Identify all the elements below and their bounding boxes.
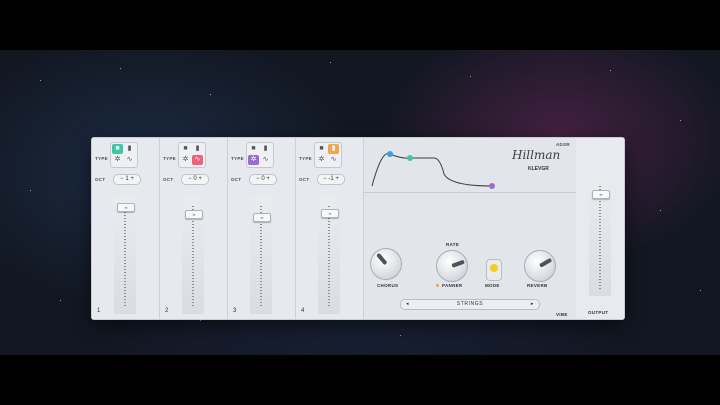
mode-led	[490, 264, 498, 272]
release-handle	[489, 183, 495, 189]
octave-stepper[interactable]: − -1 +	[317, 174, 345, 185]
effects-panel: ADSR Hillman KLEVGR CHORUS RATE PANNER M…	[364, 138, 577, 319]
panner-label: PANNER	[442, 283, 463, 288]
channel-number: 1	[97, 308, 101, 314]
channel-3: TYPE ■ ▮ ✲ ∿ OCT − 0 + ▪▪ 3	[228, 138, 296, 319]
knob-pointer	[451, 259, 465, 268]
fader-scale	[124, 206, 126, 306]
chorus-label: CHORUS	[377, 283, 399, 288]
rate-label: RATE	[446, 242, 460, 247]
channel-number: 2	[165, 308, 169, 314]
output-section: ▪▪ OUTPUT	[576, 138, 624, 319]
next-preset-icon[interactable]: ▸	[531, 300, 534, 309]
preset-name: STRINGS	[456, 301, 484, 307]
synth-plugin-window: TYPE ■ ▮ ✲ ∿ OCT − 1 + ▪▪ 1 TYPE ■ ▮ ✲ ∿…	[92, 138, 624, 319]
gear-icon[interactable]: ✲	[248, 155, 259, 165]
channel-4: TYPE ■ ▮ ✲ ∿ OCT − -1 + ▪▪ 4	[296, 138, 364, 319]
fader-scale	[599, 186, 601, 290]
fader-scale	[192, 206, 194, 306]
mic-icon[interactable]: ▮	[192, 144, 203, 154]
octave-stepper[interactable]: − 0 +	[181, 174, 209, 185]
output-fader-handle[interactable]: ▪▪	[592, 190, 610, 199]
sample-icon[interactable]: ■	[248, 144, 259, 154]
adsr-envelope-graph[interactable]	[368, 144, 508, 190]
waveform-type-selector[interactable]: ■ ▮ ✲ ∿	[110, 142, 138, 168]
sine-wave-icon[interactable]: ∿	[260, 155, 271, 165]
type-label: TYPE	[163, 156, 176, 161]
sample-icon[interactable]: ■	[112, 144, 123, 154]
oct-label: OCT	[95, 177, 106, 182]
sample-icon[interactable]: ■	[180, 144, 191, 154]
output-label: OUTPUT	[588, 310, 609, 315]
channel-2: TYPE ■ ▮ ✲ ∿ OCT − 0 + ▪▪ 2	[160, 138, 228, 319]
type-label: TYPE	[95, 156, 108, 161]
vibe-label: VIBE	[556, 312, 568, 317]
mode-switch[interactable]	[486, 259, 502, 281]
attack-handle	[387, 151, 393, 157]
brand-maker: KLEVGR	[528, 166, 549, 172]
channel-1: TYPE ■ ▮ ✲ ∿ OCT − 1 + ▪▪ 1	[92, 138, 160, 319]
panner-knob[interactable]	[436, 250, 468, 282]
preset-selector[interactable]: ◂ STRINGS ▸	[400, 299, 540, 310]
octave-stepper[interactable]: − 1 +	[113, 174, 141, 185]
waveform-type-selector[interactable]: ■ ▮ ✲ ∿	[178, 142, 206, 168]
mic-icon[interactable]: ▮	[328, 144, 339, 154]
sample-icon[interactable]: ■	[316, 144, 327, 154]
sine-wave-icon[interactable]: ∿	[124, 155, 135, 165]
volume-fader-handle[interactable]: ▪▪	[253, 213, 271, 222]
divider	[364, 192, 576, 193]
type-label: TYPE	[299, 156, 312, 161]
gear-icon[interactable]: ✲	[112, 155, 123, 165]
mic-icon[interactable]: ▮	[260, 144, 271, 154]
type-label: TYPE	[231, 156, 244, 161]
panner-indicator	[436, 284, 439, 287]
knob-pointer	[376, 252, 388, 266]
chorus-knob[interactable]	[370, 248, 402, 280]
volume-fader-handle[interactable]: ▪▪	[117, 203, 135, 212]
channel-number: 3	[233, 308, 237, 314]
channel-number: 4	[301, 308, 305, 314]
waveform-type-selector[interactable]: ■ ▮ ✲ ∿	[246, 142, 274, 168]
sine-wave-icon[interactable]: ∿	[328, 155, 339, 165]
mode-label: MODE	[485, 283, 500, 288]
volume-fader-handle[interactable]: ▪▪	[321, 209, 339, 218]
envelope-curve	[371, 152, 493, 187]
prev-preset-icon[interactable]: ◂	[406, 300, 409, 309]
video-frame: TYPE ■ ▮ ✲ ∿ OCT − 1 + ▪▪ 1 TYPE ■ ▮ ✲ ∿…	[0, 50, 720, 355]
oct-label: OCT	[231, 177, 242, 182]
mic-icon[interactable]: ▮	[124, 144, 135, 154]
gear-icon[interactable]: ✲	[180, 155, 191, 165]
hillman-logo: Hillman KLEVGR	[502, 142, 562, 178]
decay-handle	[407, 155, 413, 161]
brand-signature: Hillman	[512, 148, 561, 162]
oct-label: OCT	[299, 177, 310, 182]
volume-fader-handle[interactable]: ▪▪	[185, 210, 203, 219]
reverb-knob[interactable]	[524, 250, 556, 282]
octave-stepper[interactable]: − 0 +	[249, 174, 277, 185]
sine-wave-icon[interactable]: ∿	[192, 155, 203, 165]
knob-pointer	[539, 257, 553, 268]
oct-label: OCT	[163, 177, 174, 182]
reverb-label: REVERB	[527, 283, 548, 288]
waveform-type-selector[interactable]: ■ ▮ ✲ ∿	[314, 142, 342, 168]
fader-scale	[328, 206, 330, 306]
gear-icon[interactable]: ✲	[316, 155, 327, 165]
